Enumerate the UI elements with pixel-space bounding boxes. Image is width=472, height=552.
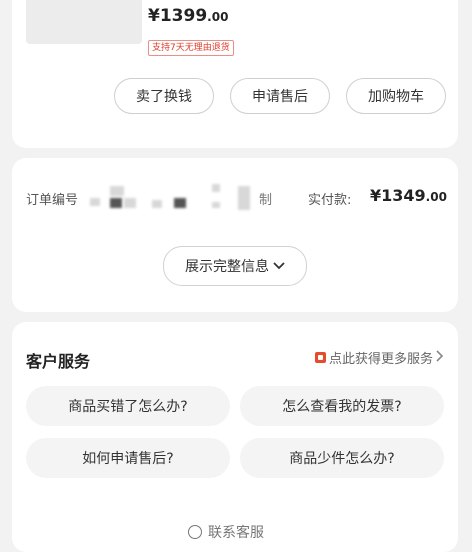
coupon-icon (314, 352, 326, 363)
chevron-right-icon (436, 349, 444, 366)
add-to-cart-button[interactable]: 加购物车 (346, 78, 446, 114)
more-services-link[interactable]: 点此获得更多服务 (314, 348, 444, 367)
order-info-card: 订单编号 制 实付款: ¥1349.00 展示完整信息 (12, 158, 458, 312)
paid-label: 实付款: (308, 193, 352, 208)
contact-service-button[interactable]: 联系客服 (188, 522, 264, 542)
service-title: 客户服务 (26, 352, 91, 371)
contact-label: 联系客服 (208, 525, 264, 541)
price-main: ¥1399 (148, 6, 208, 26)
question-chip[interactable]: 商品少件怎么办? (240, 438, 444, 478)
chevron-down-icon (273, 259, 285, 273)
after-sale-button[interactable]: 申请售后 (230, 78, 330, 114)
order-number-label: 订单编号 (26, 193, 79, 208)
paid-cents: .00 (425, 190, 447, 204)
more-services-label: 点此获得更多服务 (328, 352, 433, 367)
question-chip[interactable]: 怎么查看我的发票? (240, 386, 444, 426)
resell-button[interactable]: 卖了换钱 (114, 78, 214, 114)
question-chip[interactable]: 如何申请售后? (26, 438, 230, 478)
headset-icon (188, 525, 202, 539)
order-number-tail: 制 (259, 193, 273, 208)
paid-main: ¥1349 (370, 186, 426, 205)
expand-label: 展示完整信息 (185, 259, 269, 275)
product-price: ¥1399.00 (148, 6, 228, 26)
expand-order-info-button[interactable]: 展示完整信息 (163, 246, 307, 286)
customer-service-card: 客户服务 点此获得更多服务 商品买错了怎么办? 怎么查看我的发票? 如何申请售后… (12, 322, 458, 552)
question-chip[interactable]: 商品买错了怎么办? (26, 386, 230, 426)
product-card: ¥1399.00 支持7天无理由退货 卖了换钱 申请售后 加购物车 (12, 0, 458, 148)
price-cents: .00 (207, 10, 229, 24)
return-policy-badge: 支持7天无理由退货 (148, 40, 234, 56)
paid-amount: ¥1349.00 (370, 186, 447, 205)
product-thumbnail[interactable] (26, 0, 142, 44)
